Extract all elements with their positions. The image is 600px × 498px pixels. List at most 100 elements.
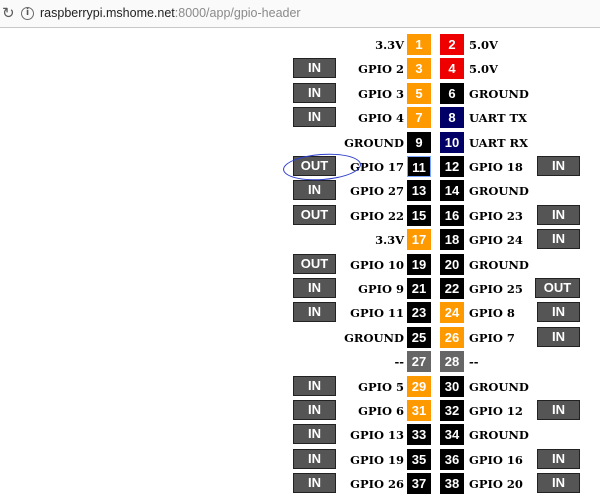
pin-29[interactable]: 29 bbox=[407, 375, 431, 397]
pin-15[interactable]: 15 bbox=[407, 204, 431, 226]
pin-27[interactable]: 27 bbox=[407, 351, 431, 373]
pin-35[interactable]: 35 bbox=[407, 448, 431, 470]
pin-34[interactable]: 34 bbox=[440, 424, 464, 446]
pin-18[interactable]: 18 bbox=[440, 229, 464, 251]
header-row: GROUND 9 10 UART RX bbox=[0, 131, 600, 154]
left-pin-label: GPIO 27 bbox=[350, 184, 404, 199]
pin-9[interactable]: 9 bbox=[407, 131, 431, 153]
pin-13[interactable]: 13 bbox=[407, 180, 431, 202]
left-pin-label: GROUND bbox=[344, 330, 404, 345]
address-bar[interactable]: ↻ i raspberrypi.mshome.net:8000/app/gpio… bbox=[0, 0, 600, 28]
right-pin-label: 5.0V bbox=[469, 38, 498, 52]
left-mode-button[interactable]: IN bbox=[293, 424, 336, 445]
right-mode-button[interactable]: IN bbox=[537, 400, 580, 420]
header-row: OUT GPIO 17 11 12 GPIO 18 IN bbox=[0, 156, 600, 178]
left-pin-label: GPIO 4 bbox=[358, 111, 404, 126]
header-row: IN GPIO 11 23 24 GPIO 8 IN bbox=[0, 302, 600, 324]
right-mode-button[interactable]: IN bbox=[537, 302, 580, 323]
right-pin-label: GROUND bbox=[469, 379, 529, 394]
pin-30[interactable]: 30 bbox=[440, 375, 464, 397]
reload-icon[interactable]: ↻ bbox=[2, 4, 15, 22]
header-row: IN GPIO 4 7 8 UART TX bbox=[0, 107, 600, 129]
header-row: IN GPIO 27 13 14 GROUND bbox=[0, 180, 600, 202]
header-row: IN GPIO 2 3 4 5.0V bbox=[0, 58, 600, 80]
right-mode-button[interactable]: IN bbox=[537, 204, 580, 225]
left-mode-button[interactable]: OUT bbox=[293, 156, 336, 176]
pin-16[interactable]: 16 bbox=[440, 204, 464, 226]
left-mode-button[interactable]: IN bbox=[293, 278, 336, 298]
pin-6[interactable]: 6 bbox=[440, 82, 464, 104]
header-row: OUT GPIO 22 15 16 GPIO 23 IN bbox=[0, 204, 600, 227]
pin-24[interactable]: 24 bbox=[440, 302, 464, 324]
header-row: 3.3V 1 2 5.0V bbox=[0, 34, 600, 56]
left-pin-label: GPIO 2 bbox=[358, 62, 404, 77]
left-pin-label: GPIO 17 bbox=[350, 160, 404, 174]
pin-5[interactable]: 5 bbox=[407, 82, 431, 104]
pin-14[interactable]: 14 bbox=[440, 180, 464, 202]
pin-8[interactable]: 8 bbox=[440, 107, 464, 129]
left-mode-button[interactable]: IN bbox=[293, 58, 336, 79]
pin-2[interactable]: 2 bbox=[440, 34, 464, 55]
pin-20[interactable]: 20 bbox=[440, 253, 464, 275]
pin-21[interactable]: 21 bbox=[407, 278, 431, 299]
pin-33[interactable]: 33 bbox=[407, 424, 431, 446]
pin-11[interactable]: 11 bbox=[407, 156, 431, 177]
right-pin-label: UART TX bbox=[469, 111, 527, 126]
header-row: OUT GPIO 10 19 20 GROUND bbox=[0, 253, 600, 276]
pin-32[interactable]: 32 bbox=[440, 400, 464, 421]
pin-31[interactable]: 31 bbox=[407, 400, 431, 421]
pin-7[interactable]: 7 bbox=[407, 107, 431, 129]
pin-19[interactable]: 19 bbox=[407, 253, 431, 275]
header-row: IN GPIO 5 29 30 GROUND bbox=[0, 375, 600, 398]
pin-38[interactable]: 38 bbox=[440, 473, 464, 495]
left-pin-label: GPIO 5 bbox=[358, 379, 404, 394]
header-row: 3.3V 17 18 GPIO 24 IN bbox=[0, 229, 600, 251]
left-mode-button[interactable]: IN bbox=[293, 448, 336, 469]
pin-28[interactable]: 28 bbox=[440, 351, 464, 373]
left-pin-label: 3.3V bbox=[375, 38, 404, 52]
pin-17[interactable]: 17 bbox=[407, 229, 431, 251]
pin-4[interactable]: 4 bbox=[440, 58, 464, 80]
header-row: IN GPIO 13 33 34 GROUND bbox=[0, 424, 600, 446]
pin-26[interactable]: 26 bbox=[440, 326, 464, 348]
left-pin-label: GPIO 9 bbox=[358, 282, 404, 296]
left-mode-button[interactable]: IN bbox=[293, 473, 336, 494]
right-mode-button[interactable]: IN bbox=[537, 229, 580, 250]
left-pin-label: GPIO 26 bbox=[350, 477, 404, 492]
right-mode-button[interactable]: IN bbox=[537, 156, 580, 176]
pin-23[interactable]: 23 bbox=[407, 302, 431, 324]
left-mode-button[interactable]: IN bbox=[293, 375, 336, 396]
left-pin-label: GPIO 13 bbox=[350, 428, 404, 443]
right-mode-button[interactable]: IN bbox=[537, 448, 580, 469]
pin-36[interactable]: 36 bbox=[440, 448, 464, 470]
url-host: raspberrypi.mshome.net bbox=[40, 6, 175, 20]
right-pin-label: UART RX bbox=[469, 135, 528, 150]
left-mode-button[interactable]: IN bbox=[293, 400, 336, 420]
right-pin-label: GROUND bbox=[469, 428, 529, 443]
site-info-icon[interactable]: i bbox=[21, 7, 34, 20]
right-mode-button[interactable]: OUT bbox=[535, 278, 580, 298]
left-mode-button[interactable]: OUT bbox=[293, 204, 336, 225]
pin-1[interactable]: 1 bbox=[407, 34, 431, 55]
pin-25[interactable]: 25 bbox=[407, 326, 431, 348]
pin-37[interactable]: 37 bbox=[407, 473, 431, 495]
left-pin-label: GPIO 3 bbox=[358, 86, 404, 101]
left-pin-label: GPIO 10 bbox=[350, 257, 404, 272]
pin-3[interactable]: 3 bbox=[407, 58, 431, 80]
left-mode-button[interactable]: IN bbox=[293, 82, 336, 103]
left-mode-button[interactable]: OUT bbox=[293, 253, 336, 274]
left-mode-button[interactable]: IN bbox=[293, 107, 336, 128]
left-mode-button[interactable]: IN bbox=[293, 180, 336, 201]
right-pin-label: GROUND bbox=[469, 86, 529, 101]
pin-10[interactable]: 10 bbox=[440, 131, 464, 153]
right-pin-label: GPIO 7 bbox=[469, 330, 515, 345]
right-mode-button[interactable]: IN bbox=[537, 326, 580, 347]
header-row: GROUND 25 26 GPIO 7 IN bbox=[0, 326, 600, 349]
url-text[interactable]: raspberrypi.mshome.net:8000/app/gpio-hea… bbox=[40, 6, 301, 20]
left-mode-button[interactable]: IN bbox=[293, 302, 336, 323]
right-pin-label: GROUND bbox=[469, 257, 529, 272]
header-row: IN GPIO 9 21 22 GPIO 25 OUT bbox=[0, 278, 600, 300]
pin-12[interactable]: 12 bbox=[440, 156, 464, 177]
pin-22[interactable]: 22 bbox=[440, 278, 464, 299]
right-mode-button[interactable]: IN bbox=[537, 473, 580, 494]
